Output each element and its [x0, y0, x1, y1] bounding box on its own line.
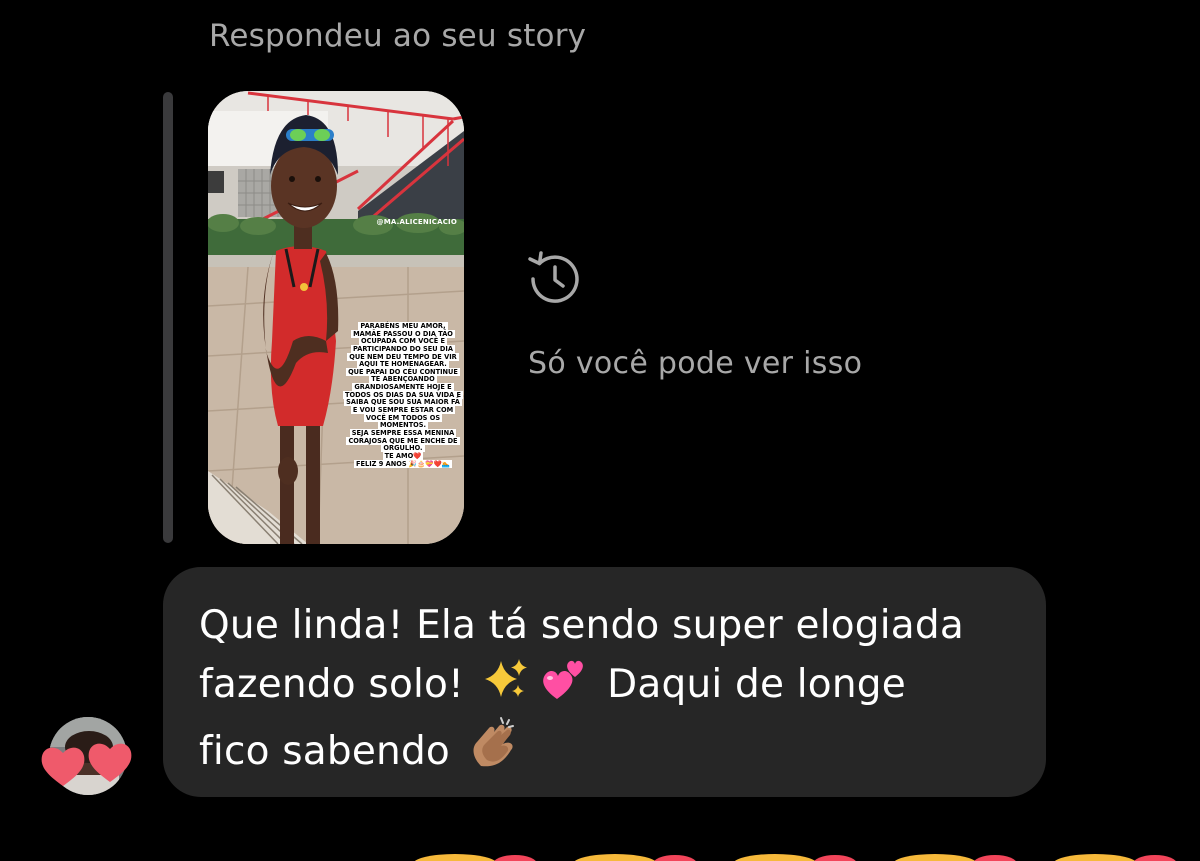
story-caption-line: FELIZ 9 ANOS 🎉🎂💝❤️🏊 [342, 459, 464, 469]
heart-icon [41, 747, 85, 786]
heart-icon [88, 743, 132, 782]
history-icon [528, 251, 579, 303]
two-hearts-icon [542, 660, 583, 699]
story-caption: PARABÉNS MEU AMOR, MAMÃE PASSOU O DIA TÃO… [342, 322, 464, 469]
message-line-1: Que linda! Ela tá sendo super elogiada [199, 603, 964, 648]
message-line-2-start: fazendo solo! [199, 662, 464, 707]
reaction-emoji-strip [414, 854, 1176, 861]
story-photo [208, 91, 464, 544]
story-caption-text: E VOU SEMPRE ESTAR COM [350, 406, 456, 415]
story-caption-text: TE AMO❤️ [382, 451, 424, 460]
story-thumbnail[interactable]: @MA.ALICENICACIO PARABÉNS MEU AMOR, MAMÃE… [208, 91, 464, 544]
story-handle: @MA.ALICENICACIO [376, 218, 457, 226]
sparkles-icon [484, 659, 527, 697]
story-caption-text: FELIZ 9 ANOS 🎉🎂💝❤️🏊 [354, 459, 452, 468]
message-line-2-end: Daqui de longe [607, 662, 906, 707]
story-reply-label: Respondeu ao seu story [209, 18, 587, 54]
story-caption-text: AQUI TE HOMENAGEAR. [357, 360, 449, 369]
message-line-2: fazendo solo! Daqui de longe [199, 655, 1010, 714]
expired-story-notice: Só você pode ver isso [528, 346, 863, 381]
clapping-hands-icon [473, 717, 514, 767]
quote-bar [163, 92, 173, 543]
story-caption-text: SEJA SEMPRE ESSA MENINA [349, 428, 457, 437]
dm-thread-screen: Respondeu ao seu story @MA.ALICENICACIO … [0, 0, 1200, 861]
story-caption-text: PARTICIPANDO DO SEU DIA [351, 344, 455, 353]
story-caption-text: PARABÉNS MEU AMOR, [358, 322, 448, 330]
message-bubble[interactable]: Que linda! Ela tá sendo super elogiada f… [163, 567, 1046, 797]
message-line-3-text: fico sabendo [199, 729, 450, 774]
message-line-3: fico sabendo [199, 714, 1010, 781]
story-caption-text: GRANDIOSAMENTE HOJE E [352, 383, 454, 392]
